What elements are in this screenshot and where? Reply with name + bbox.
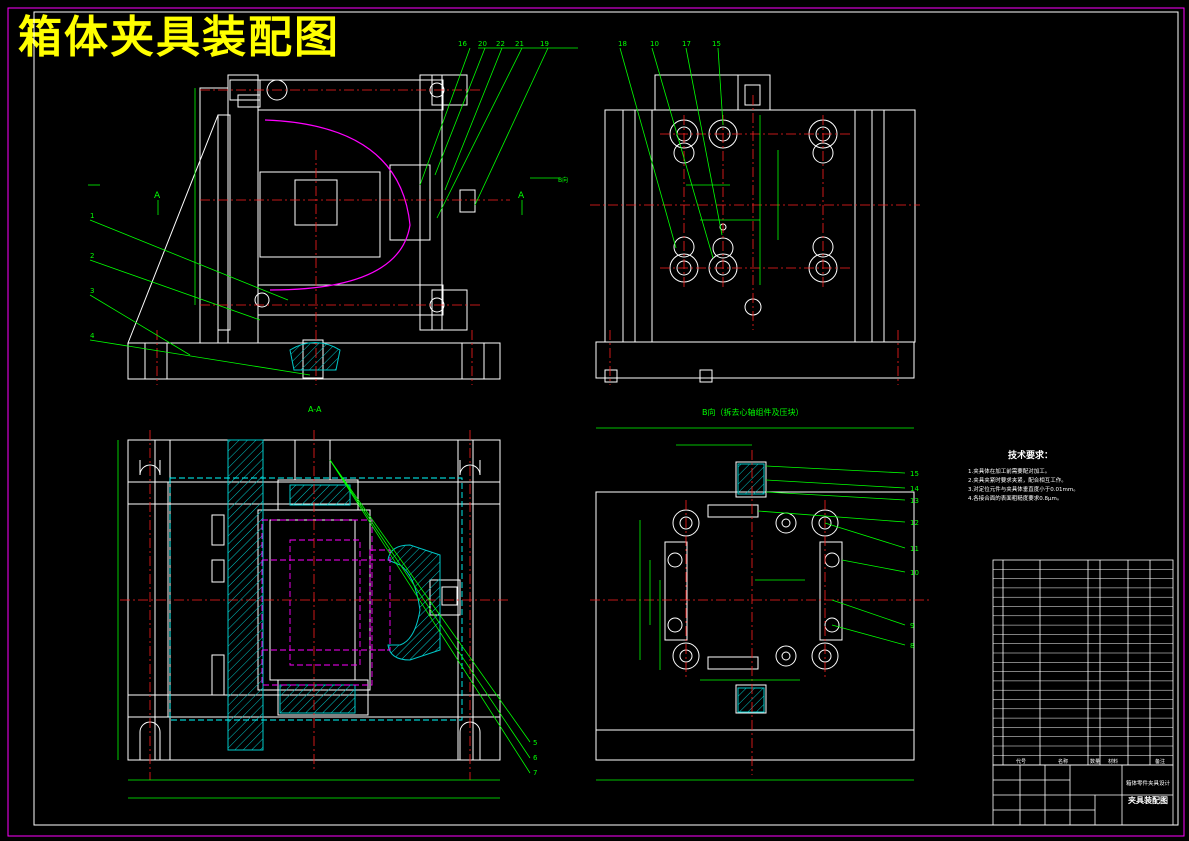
tech-req-line-1: 1.夹具体在加工前需要配对加工。: [968, 467, 1050, 475]
section-hatch-top: [289, 484, 351, 506]
balloon-b-12: 12: [910, 519, 919, 527]
inner-frame: [33, 11, 1179, 826]
balloon-1: 1: [90, 212, 94, 220]
balloon-19: 19: [540, 40, 549, 48]
col-notes: 备注: [1155, 758, 1165, 765]
balloon-21: 21: [515, 40, 524, 48]
balloon-18: 18: [618, 40, 627, 48]
balloon-15-side: 15: [712, 40, 721, 48]
balloon-10-side: 10: [650, 40, 659, 48]
front-view: [127, 74, 501, 380]
tech-req-line-4: 4.各接合面的表面粗糙度要求0.8μm。: [968, 494, 1062, 502]
parts-list-rows: [993, 569, 1173, 756]
side-view: [595, 74, 916, 383]
balloon-5: 5: [533, 739, 537, 747]
balloon-b-9: 9: [910, 622, 914, 630]
title-block-drawing-name: 夹具装配图: [1128, 795, 1168, 805]
col-name: 名称: [1058, 758, 1068, 765]
title-block: [992, 764, 1174, 826]
balloon-b-14: 14: [910, 485, 919, 493]
balloon-2: 2: [90, 252, 94, 260]
view-b-arrow-label: B向: [558, 176, 568, 184]
view-b-hatch-bottom: [737, 687, 765, 713]
section-marker-left: A: [154, 191, 161, 201]
section-label: A-A: [308, 405, 322, 414]
balloon-b-13: 13: [910, 497, 919, 505]
balloon-7: 7: [533, 769, 537, 777]
col-qty: 数量: [1090, 758, 1100, 765]
balloon-17: 17: [682, 40, 691, 48]
col-material: 材料: [1108, 758, 1118, 765]
balloon-b-8: 8: [910, 642, 914, 650]
col-part-code: 代号: [1016, 758, 1026, 765]
balloon-b-10: 10: [910, 569, 919, 577]
side-view-dims: [686, 115, 779, 285]
section-hatch-body: [227, 439, 264, 751]
balloon-4: 4: [90, 332, 95, 340]
tech-requirements: 技术要求： 1.夹具体在加工前需要配对加工。 2.夹具夹紧时要求夹紧，配合相互工…: [968, 449, 1079, 502]
tech-req-heading: 技术要求：: [1008, 449, 1053, 461]
drawing-canvas: A A B向 16 20 22 21 19 1 2 3 4 18 10 17 1…: [7, 7, 1185, 837]
section-hidden-magenta: [261, 519, 391, 686]
front-leaders: [89, 47, 578, 376]
tech-req-line-2: 2.夹具夹紧时要求夹紧，配合相互工作。: [968, 476, 1067, 484]
balloon-6: 6: [533, 754, 538, 762]
balloon-b-15: 15: [910, 470, 919, 478]
title-block-subtitle: 箱体零件夹具设计: [1126, 779, 1171, 787]
tech-req-line-3: 3.对定位元件与夹具体垂直度小于0.01mm。: [968, 485, 1079, 493]
view-b: [595, 461, 915, 761]
balloon-3: 3: [90, 287, 94, 295]
balloon-b-11: 11: [910, 545, 919, 553]
view-b-hatch-top: [737, 463, 765, 495]
balloon-22: 22: [496, 40, 505, 48]
view-b-label: B向（拆去心轴组件及压块）: [702, 407, 804, 417]
balloon-16: 16: [458, 40, 467, 48]
balloon-20: 20: [478, 40, 487, 48]
section-hatch-bottom: [279, 684, 356, 714]
section-marker-right: A: [518, 191, 525, 201]
